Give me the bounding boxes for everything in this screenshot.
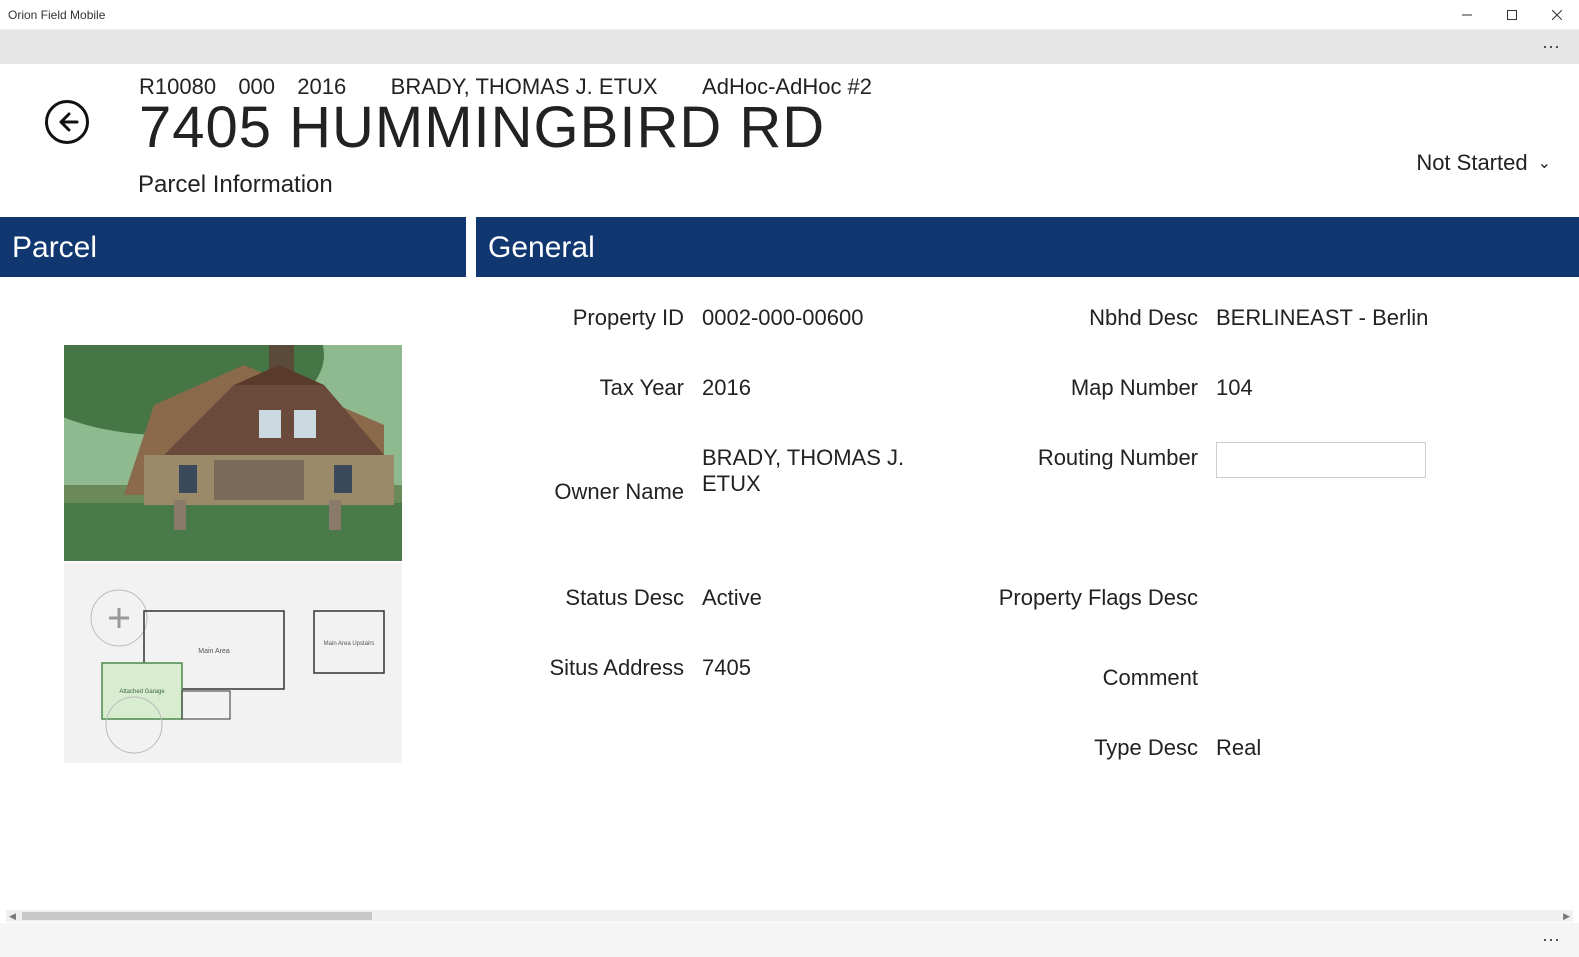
property-photo[interactable] [64,345,402,561]
back-button[interactable] [45,100,89,144]
property-id-value: 0002-000-00600 [702,305,942,331]
window-controls [1444,0,1579,29]
svg-text:Main Area: Main Area [198,648,230,655]
page-title: 7405 HUMMINGBIRD RD [139,94,1579,161]
chevron-down-icon: ⌄ [1538,153,1551,173]
status-desc-label: Status Desc [476,585,690,611]
routing-number-cell [1216,445,1476,478]
section-label: Parcel Information [138,171,1579,199]
general-panel-header: General [476,217,1579,277]
map-number-value: 104 [1216,375,1476,401]
scroll-left-icon[interactable]: ◀ [9,911,16,922]
more-icon[interactable]: ⋯ [1534,37,1569,58]
window-title: Orion Field Mobile [8,8,105,22]
general-panel: General Property ID 0002-000-00600 Nbhd … [476,217,1579,805]
property-flags-label: Property Flags Desc [954,585,1204,611]
top-command-bar: ⋯ [0,30,1579,64]
sketch-diagram-icon: Main Area Main Area Upstairs Attached Ga… [64,563,402,763]
scroll-thumb[interactable] [22,912,372,920]
scroll-right-icon[interactable]: ▶ [1563,911,1570,922]
property-id-label: Property ID [476,305,690,331]
house-image-icon [64,345,402,561]
svg-text:Main Area Upstairs: Main Area Upstairs [324,641,375,647]
svg-text:Attached Garage: Attached Garage [119,689,165,695]
window-titlebar: Orion Field Mobile [0,0,1579,30]
content-row: Parcel [0,217,1579,805]
minimize-icon [1462,10,1472,20]
routing-number-input[interactable] [1216,442,1426,478]
status-label: Not Started [1416,150,1527,176]
tax-year-label: Tax Year [476,375,690,401]
horizontal-scrollbar[interactable]: ◀ ▶ [6,910,1573,922]
routing-number-label: Routing Number [954,445,1204,471]
parcel-panel: Parcel [0,217,466,805]
parcel-panel-header: Parcel [0,217,466,277]
maximize-icon [1507,10,1517,20]
nbhd-desc-label: Nbhd Desc [954,305,1204,331]
type-desc-label: Type Desc [954,735,1204,761]
status-desc-value: Active [702,585,942,611]
close-icon [1552,10,1562,20]
situs-address-label: Situs Address [476,655,690,681]
header: R10080 000 2016 BRADY, THOMAS J. ETUX Ad… [0,64,1579,217]
owner-name-value: BRADY, THOMAS J. ETUX [702,445,942,541]
comment-label: Comment [954,655,1204,691]
nbhd-desc-value: BERLINEAST - Berlin [1216,305,1476,331]
tax-year-value: 2016 [702,375,942,401]
map-number-label: Map Number [954,375,1204,401]
owner-name-label: Owner Name [476,445,690,541]
status-dropdown[interactable]: Not Started ⌄ [1416,150,1551,176]
type-desc-value: Real [1216,735,1476,761]
more-icon-bottom[interactable]: ⋯ [1534,930,1569,951]
close-button[interactable] [1534,0,1579,29]
property-sketch[interactable]: Main Area Main Area Upstairs Attached Ga… [64,563,402,763]
situs-address-value: 7405 [702,655,942,681]
bottom-command-bar: ⋯ [0,923,1579,957]
maximize-button[interactable] [1489,0,1534,29]
arrow-left-icon [55,110,79,134]
minimize-button[interactable] [1444,0,1489,29]
